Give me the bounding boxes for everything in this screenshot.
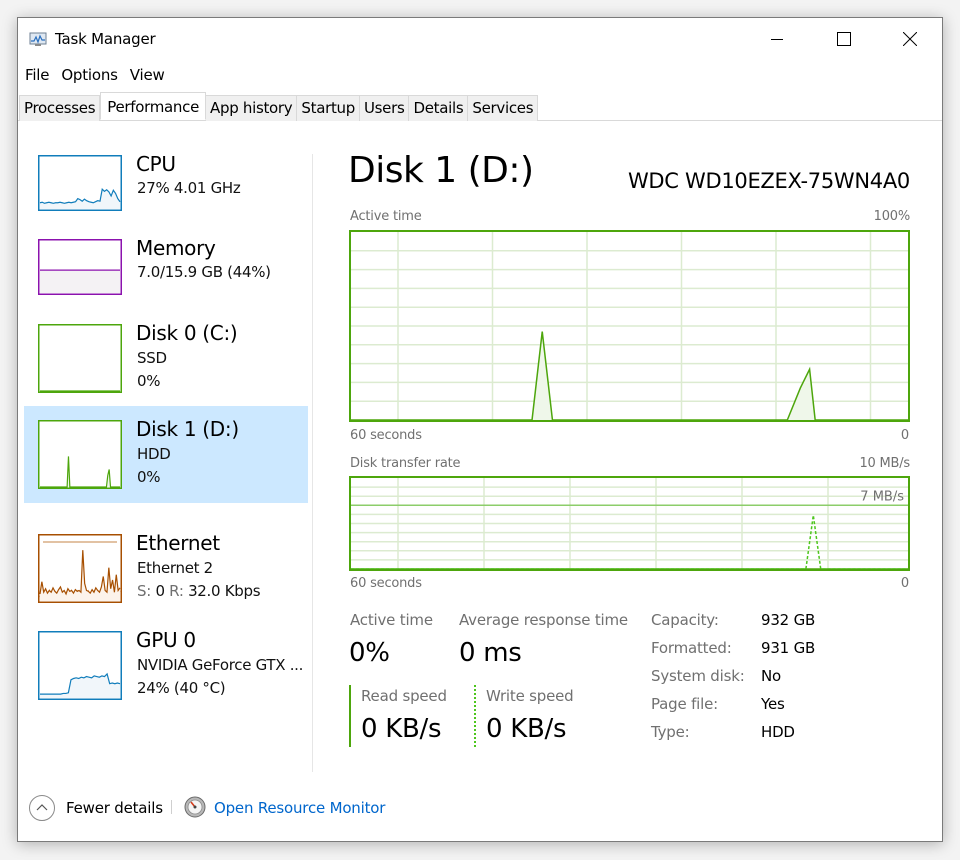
sidebar-item-ethernet[interactable]: Ethernet Ethernet 2 S: 0 R: 32.0 Kbps <box>24 516 308 613</box>
active-time-stat-value: 0% <box>349 638 390 668</box>
minimize-icon <box>771 39 783 40</box>
active-time-max-label: 100% <box>873 209 911 224</box>
formatted-value: 931 GB <box>761 639 816 657</box>
recv-label: R: <box>169 582 184 600</box>
type-value: HDD <box>761 723 795 741</box>
sent-value: 0 <box>155 582 165 600</box>
sidebar-item-cpu[interactable]: CPU 27% 4.01 GHz <box>24 123 308 220</box>
transfer-rate-min-label: 0 <box>900 576 909 591</box>
active-time-min-label: 0 <box>900 428 909 443</box>
sent-label: S: <box>137 582 151 600</box>
active-time-chart-label: Active time <box>350 209 422 224</box>
task-manager-window: Task Manager File Options View Processes… <box>17 17 943 842</box>
title-bar[interactable]: Task Manager <box>18 18 942 60</box>
active-time-chart <box>349 230 910 422</box>
tab-users[interactable]: Users <box>359 95 410 121</box>
sidebar-item-usage: 0% <box>137 468 161 486</box>
transfer-rate-chart: 7 MB/s <box>349 476 910 571</box>
transfer-rate-max-label: 10 MB/s <box>859 456 910 471</box>
fewer-details-label[interactable]: Fewer details <box>66 799 163 817</box>
sidebar-divider[interactable] <box>312 154 313 772</box>
page-title: Disk 1 (D:) <box>348 150 534 191</box>
cpu-thumbnail-graph <box>38 155 122 211</box>
close-button[interactable] <box>877 18 943 60</box>
resource-monitor-icon[interactable] <box>184 796 206 818</box>
tab-startup[interactable]: Startup <box>297 95 360 121</box>
sidebar-item-usage: 24% (40 °C) <box>137 679 226 697</box>
sidebar-item-type: HDD <box>137 445 171 463</box>
sidebar-item-disk-0[interactable]: Disk 0 (C:) SSD 0% <box>24 312 308 409</box>
read-speed-legend-line <box>349 685 351 747</box>
tab-services[interactable]: Services <box>468 95 539 121</box>
sidebar-item-throughput: S: 0 R: 32.0 Kbps <box>137 582 261 600</box>
sidebar-item-gpu-0[interactable]: GPU 0 NVIDIA GeForce GTX ... 24% (40 °C) <box>24 613 308 710</box>
close-icon <box>903 32 917 46</box>
sidebar-item-title: GPU 0 <box>136 628 196 652</box>
sidebar-item-memory[interactable]: Memory 7.0/15.9 GB (44%) <box>24 221 308 318</box>
active-time-stat-label: Active time <box>350 611 433 629</box>
formatted-label: Formatted: <box>651 639 732 657</box>
footer: Fewer details Open Resource Monitor <box>18 790 942 826</box>
sidebar-item-detail: 27% 4.01 GHz <box>137 179 241 197</box>
capacity-value: 932 GB <box>761 611 816 629</box>
window-title: Task Manager <box>55 30 156 48</box>
write-speed-label: Write speed <box>486 687 574 705</box>
sidebar-item-title: Disk 0 (C:) <box>136 321 238 345</box>
mini-graph-area <box>40 456 120 487</box>
page-file-label: Page file: <box>651 695 718 713</box>
mini-graph-area <box>40 270 120 293</box>
task-manager-app-icon <box>29 32 47 46</box>
system-disk-label: System disk: <box>651 667 745 685</box>
active-time-x-label: 60 seconds <box>350 428 422 443</box>
maximize-button[interactable] <box>811 18 877 60</box>
system-disk-value: No <box>761 667 781 685</box>
sidebar-item-adapter: Ethernet 2 <box>137 559 213 577</box>
read-speed-value: 0 KB/s <box>361 714 442 744</box>
sidebar-item-disk-1[interactable]: Disk 1 (D:) HDD 0% <box>24 406 308 503</box>
menu-view[interactable]: View <box>124 64 171 86</box>
chevron-up-icon <box>36 804 48 811</box>
recv-value: 32.0 Kbps <box>188 582 261 600</box>
sidebar-item-title: Ethernet <box>136 531 220 555</box>
sidebar-item-title: Disk 1 (D:) <box>136 417 239 441</box>
avg-response-label: Average response time <box>459 611 628 629</box>
tab-performance[interactable]: Performance <box>100 92 207 120</box>
disk-0-thumbnail-graph <box>38 324 122 393</box>
transfer-rate-chart-label: Disk transfer rate <box>350 456 461 471</box>
maximize-icon <box>837 32 851 46</box>
read-speed-label: Read speed <box>361 687 447 705</box>
sidebar-item-type: SSD <box>137 349 167 367</box>
menu-bar: File Options View <box>18 64 171 86</box>
transfer-rate-x-label: 60 seconds <box>350 576 422 591</box>
gpu-thumbnail-graph <box>38 631 122 700</box>
scale-marker-label: 7 MB/s <box>860 489 904 504</box>
sidebar-item-usage: 0% <box>137 372 161 390</box>
open-resource-monitor-link[interactable]: Open Resource Monitor <box>214 799 385 817</box>
ethernet-thumbnail-graph <box>38 534 122 603</box>
write-speed-value: 0 KB/s <box>486 714 567 744</box>
fewer-details-button[interactable] <box>29 795 55 821</box>
minimize-button[interactable] <box>744 18 810 60</box>
sidebar-item-title: CPU <box>136 152 176 176</box>
menu-file[interactable]: File <box>18 64 55 86</box>
avg-response-value: 0 ms <box>459 638 522 668</box>
sidebar-item-detail: 7.0/15.9 GB (44%) <box>137 263 271 281</box>
disk-1-thumbnail-graph <box>38 420 122 489</box>
resource-sidebar: CPU 27% 4.01 GHz Memory 7.0/15.9 GB (44%… <box>24 123 308 783</box>
tab-strip: Processes Performance App history Startu… <box>18 92 942 121</box>
type-label: Type: <box>651 723 690 741</box>
tab-processes[interactable]: Processes <box>19 95 101 121</box>
sidebar-item-gpu-model: NVIDIA GeForce GTX ... <box>137 656 304 674</box>
write-speed-legend-line <box>474 685 476 747</box>
mini-graph-border <box>38 324 122 393</box>
menu-options[interactable]: Options <box>55 64 123 86</box>
footer-separator <box>171 800 172 814</box>
memory-thumbnail-graph <box>38 239 122 295</box>
sidebar-item-title: Memory <box>136 236 216 260</box>
page-file-value: Yes <box>761 695 785 713</box>
tab-app-history[interactable]: App history <box>206 95 298 121</box>
disk-model: WDC WD10EZEX-75WN4A0 <box>627 169 910 193</box>
tab-details[interactable]: Details <box>409 95 469 121</box>
capacity-label: Capacity: <box>651 611 719 629</box>
